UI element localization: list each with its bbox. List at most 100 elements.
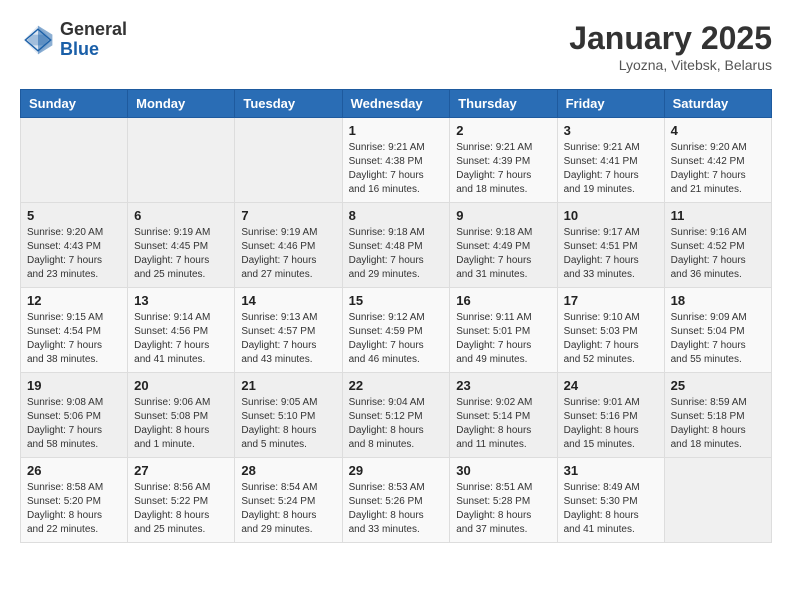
day-number: 8 <box>349 208 444 223</box>
page-header: General Blue January 2025 Lyozna, Vitebs… <box>20 20 772 73</box>
week-row-2: 5 Sunrise: 9:20 AM Sunset: 4:43 PM Daylig… <box>21 203 772 288</box>
day-header-wednesday: Wednesday <box>342 90 450 118</box>
calendar-cell: 22 Sunrise: 9:04 AM Sunset: 5:12 PM Dayli… <box>342 373 450 458</box>
day-header-friday: Friday <box>557 90 664 118</box>
calendar-cell: 18Sunrise: 9:09 AM Sunset: 5:04 PM Dayli… <box>664 288 771 373</box>
month-year-title: January 2025 <box>569 20 772 57</box>
day-number: 6 <box>134 208 228 223</box>
calendar-cell <box>664 458 771 543</box>
day-number: 1 <box>349 123 444 138</box>
day-number: 19 <box>27 378 121 393</box>
cell-sun-info: Sunrise: 9:06 AM Sunset: 5:08 PM Dayligh… <box>134 396 228 452</box>
day-header-monday: Monday <box>128 90 235 118</box>
calendar-cell: 10Sunrise: 9:17 AM Sunset: 4:51 PM Dayli… <box>557 203 664 288</box>
calendar-cell: 21Sunrise: 9:05 AM Sunset: 5:10 PM Dayli… <box>235 373 342 458</box>
calendar-cell: 27 Sunrise: 8:56 AM Sunset: 5:22 PM Dayli… <box>128 458 235 543</box>
logo: General Blue <box>20 20 127 60</box>
day-number: 2 <box>456 123 550 138</box>
cell-sun-info: Sunrise: 9:16 AM Sunset: 4:52 PM Dayligh… <box>671 226 765 282</box>
day-number: 25 <box>671 378 765 393</box>
day-number: 11 <box>671 208 765 223</box>
day-number: 23 <box>456 378 550 393</box>
calendar-cell: 25 Sunrise: 8:59 AM Sunset: 5:18 PM Dayli… <box>664 373 771 458</box>
calendar-cell <box>235 118 342 203</box>
calendar-cell: 15 Sunrise: 9:12 AM Sunset: 4:59 PM Dayli… <box>342 288 450 373</box>
day-number: 17 <box>564 293 658 308</box>
cell-sun-info: Sunrise: 9:09 AM Sunset: 5:04 PM Dayligh… <box>671 311 765 367</box>
calendar-cell: 17 Sunrise: 9:10 AM Sunset: 5:03 PM Dayli… <box>557 288 664 373</box>
cell-sun-info: Sunrise: 9:08 AM Sunset: 5:06 PM Dayligh… <box>27 396 121 452</box>
calendar-cell <box>21 118 128 203</box>
location-subtitle: Lyozna, Vitebsk, Belarus <box>569 57 772 73</box>
day-number: 3 <box>564 123 658 138</box>
cell-sun-info: Sunrise: 8:59 AM Sunset: 5:18 PM Dayligh… <box>671 396 765 452</box>
calendar-cell: 8Sunrise: 9:18 AM Sunset: 4:48 PM Daylig… <box>342 203 450 288</box>
logo-text: General Blue <box>60 20 127 60</box>
cell-sun-info: Sunrise: 9:14 AM Sunset: 4:56 PM Dayligh… <box>134 311 228 367</box>
calendar-cell: 5 Sunrise: 9:20 AM Sunset: 4:43 PM Daylig… <box>21 203 128 288</box>
calendar-cell: 1 Sunrise: 9:21 AM Sunset: 4:38 PM Daylig… <box>342 118 450 203</box>
calendar-cell: 3 Sunrise: 9:21 AM Sunset: 4:41 PM Daylig… <box>557 118 664 203</box>
cell-sun-info: Sunrise: 9:11 AM Sunset: 5:01 PM Dayligh… <box>456 311 550 367</box>
calendar-table: SundayMondayTuesdayWednesdayThursdayFrid… <box>20 89 772 543</box>
cell-sun-info: Sunrise: 8:51 AM Sunset: 5:28 PM Dayligh… <box>456 481 550 537</box>
logo-general-text: General <box>60 20 127 40</box>
day-number: 15 <box>349 293 444 308</box>
calendar-cell <box>128 118 235 203</box>
day-header-sunday: Sunday <box>21 90 128 118</box>
cell-sun-info: Sunrise: 9:21 AM Sunset: 4:39 PM Dayligh… <box>456 141 550 197</box>
week-row-4: 19 Sunrise: 9:08 AM Sunset: 5:06 PM Dayli… <box>21 373 772 458</box>
cell-sun-info: Sunrise: 8:49 AM Sunset: 5:30 PM Dayligh… <box>564 481 658 537</box>
logo-blue-text: Blue <box>60 40 127 60</box>
calendar-cell: 2 Sunrise: 9:21 AM Sunset: 4:39 PM Daylig… <box>450 118 557 203</box>
day-number: 13 <box>134 293 228 308</box>
calendar-cell: 6 Sunrise: 9:19 AM Sunset: 4:45 PM Daylig… <box>128 203 235 288</box>
cell-sun-info: Sunrise: 8:53 AM Sunset: 5:26 PM Dayligh… <box>349 481 444 537</box>
cell-sun-info: Sunrise: 9:20 AM Sunset: 4:43 PM Dayligh… <box>27 226 121 282</box>
cell-sun-info: Sunrise: 9:19 AM Sunset: 4:46 PM Dayligh… <box>241 226 335 282</box>
day-header-saturday: Saturday <box>664 90 771 118</box>
calendar-cell: 24Sunrise: 9:01 AM Sunset: 5:16 PM Dayli… <box>557 373 664 458</box>
cell-sun-info: Sunrise: 9:21 AM Sunset: 4:41 PM Dayligh… <box>564 141 658 197</box>
calendar-cell: 16 Sunrise: 9:11 AM Sunset: 5:01 PM Dayli… <box>450 288 557 373</box>
cell-sun-info: Sunrise: 9:13 AM Sunset: 4:57 PM Dayligh… <box>241 311 335 367</box>
day-header-thursday: Thursday <box>450 90 557 118</box>
calendar-cell: 13 Sunrise: 9:14 AM Sunset: 4:56 PM Dayli… <box>128 288 235 373</box>
week-row-3: 12 Sunrise: 9:15 AM Sunset: 4:54 PM Dayli… <box>21 288 772 373</box>
cell-sun-info: Sunrise: 9:10 AM Sunset: 5:03 PM Dayligh… <box>564 311 658 367</box>
cell-sun-info: Sunrise: 9:02 AM Sunset: 5:14 PM Dayligh… <box>456 396 550 452</box>
calendar-cell: 23 Sunrise: 9:02 AM Sunset: 5:14 PM Dayli… <box>450 373 557 458</box>
calendar-cell: 30Sunrise: 8:51 AM Sunset: 5:28 PM Dayli… <box>450 458 557 543</box>
cell-sun-info: Sunrise: 9:04 AM Sunset: 5:12 PM Dayligh… <box>349 396 444 452</box>
day-number: 28 <box>241 463 335 478</box>
calendar-cell: 26Sunrise: 8:58 AM Sunset: 5:20 PM Dayli… <box>21 458 128 543</box>
calendar-cell: 14 Sunrise: 9:13 AM Sunset: 4:57 PM Dayli… <box>235 288 342 373</box>
calendar-cell: 19 Sunrise: 9:08 AM Sunset: 5:06 PM Dayli… <box>21 373 128 458</box>
cell-sun-info: Sunrise: 8:54 AM Sunset: 5:24 PM Dayligh… <box>241 481 335 537</box>
title-block: January 2025 Lyozna, Vitebsk, Belarus <box>569 20 772 73</box>
day-number: 12 <box>27 293 121 308</box>
cell-sun-info: Sunrise: 9:21 AM Sunset: 4:38 PM Dayligh… <box>349 141 444 197</box>
cell-sun-info: Sunrise: 9:12 AM Sunset: 4:59 PM Dayligh… <box>349 311 444 367</box>
week-row-1: 1 Sunrise: 9:21 AM Sunset: 4:38 PM Daylig… <box>21 118 772 203</box>
cell-sun-info: Sunrise: 9:17 AM Sunset: 4:51 PM Dayligh… <box>564 226 658 282</box>
cell-sun-info: Sunrise: 9:05 AM Sunset: 5:10 PM Dayligh… <box>241 396 335 452</box>
day-number: 16 <box>456 293 550 308</box>
day-header-tuesday: Tuesday <box>235 90 342 118</box>
day-number: 29 <box>349 463 444 478</box>
day-number: 22 <box>349 378 444 393</box>
day-number: 4 <box>671 123 765 138</box>
day-number: 5 <box>27 208 121 223</box>
calendar-cell: 4Sunrise: 9:20 AM Sunset: 4:42 PM Daylig… <box>664 118 771 203</box>
cell-sun-info: Sunrise: 8:56 AM Sunset: 5:22 PM Dayligh… <box>134 481 228 537</box>
calendar-cell: 28 Sunrise: 8:54 AM Sunset: 5:24 PM Dayli… <box>235 458 342 543</box>
day-number: 14 <box>241 293 335 308</box>
cell-sun-info: Sunrise: 9:15 AM Sunset: 4:54 PM Dayligh… <box>27 311 121 367</box>
day-number: 7 <box>241 208 335 223</box>
day-number: 31 <box>564 463 658 478</box>
day-number: 20 <box>134 378 228 393</box>
calendar-cell: 12 Sunrise: 9:15 AM Sunset: 4:54 PM Dayli… <box>21 288 128 373</box>
calendar-cell: 29 Sunrise: 8:53 AM Sunset: 5:26 PM Dayli… <box>342 458 450 543</box>
cell-sun-info: Sunrise: 9:19 AM Sunset: 4:45 PM Dayligh… <box>134 226 228 282</box>
day-number: 27 <box>134 463 228 478</box>
